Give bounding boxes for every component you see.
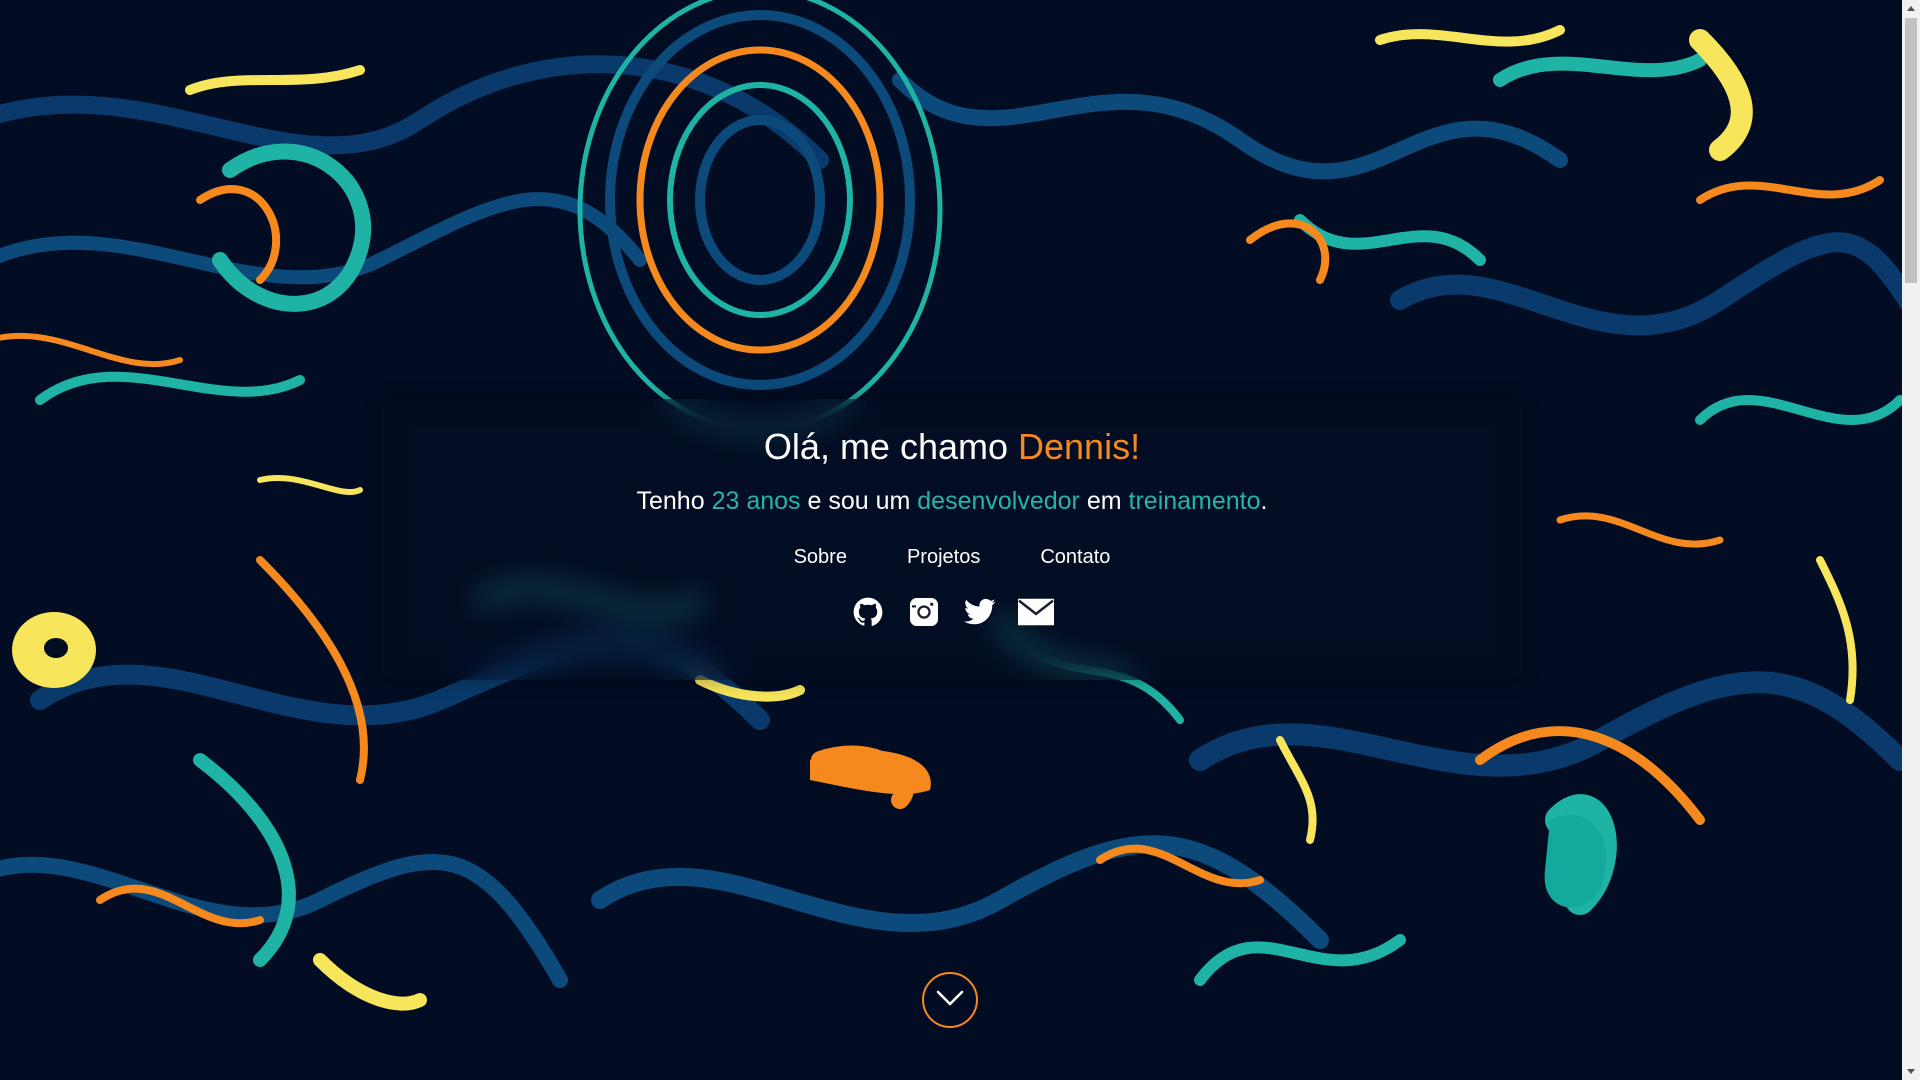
- intro-subtitle: Tenho 23 anos e sou um desenvolvedor em …: [381, 486, 1523, 516]
- subtitle-role: desenvolvedor: [917, 487, 1080, 515]
- nav-link-contato[interactable]: Contato: [1040, 545, 1110, 569]
- page-title: Olá, me chamo Dennis!: [381, 399, 1523, 468]
- mail-icon[interactable]: [1018, 594, 1054, 630]
- subtitle-age: 23 anos: [711, 487, 801, 515]
- subtitle-part-4: .: [1260, 487, 1268, 515]
- subtitle-part-3: em: [1079, 487, 1129, 515]
- instagram-icon[interactable]: [906, 594, 942, 630]
- subtitle-status: treinamento: [1128, 487, 1261, 515]
- scroll-up-arrow-icon[interactable]: [1902, 0, 1920, 17]
- scroll-down-button[interactable]: [922, 972, 978, 1028]
- main-nav: Sobre Projetos Contato: [381, 545, 1523, 569]
- nav-link-sobre[interactable]: Sobre: [794, 545, 847, 569]
- title-prefix: Olá, me chamo: [763, 426, 1019, 467]
- twitter-icon[interactable]: [962, 594, 998, 630]
- subtitle-part-2: e sou um: [800, 487, 918, 515]
- page-scrollbar[interactable]: [1902, 0, 1920, 1080]
- scroll-down-arrow-icon[interactable]: [1902, 1063, 1920, 1080]
- github-icon[interactable]: [850, 594, 886, 630]
- intro-card: Olá, me chamo Dennis! Tenho 23 anos e so…: [381, 399, 1523, 680]
- nav-link-projetos[interactable]: Projetos: [907, 545, 980, 569]
- subtitle-part-1: Tenho: [636, 487, 712, 515]
- title-name: Dennis!: [1018, 426, 1141, 467]
- social-links: [381, 594, 1523, 630]
- chevron-down-icon: [935, 989, 965, 1012]
- scrollbar-thumb[interactable]: [1905, 18, 1917, 283]
